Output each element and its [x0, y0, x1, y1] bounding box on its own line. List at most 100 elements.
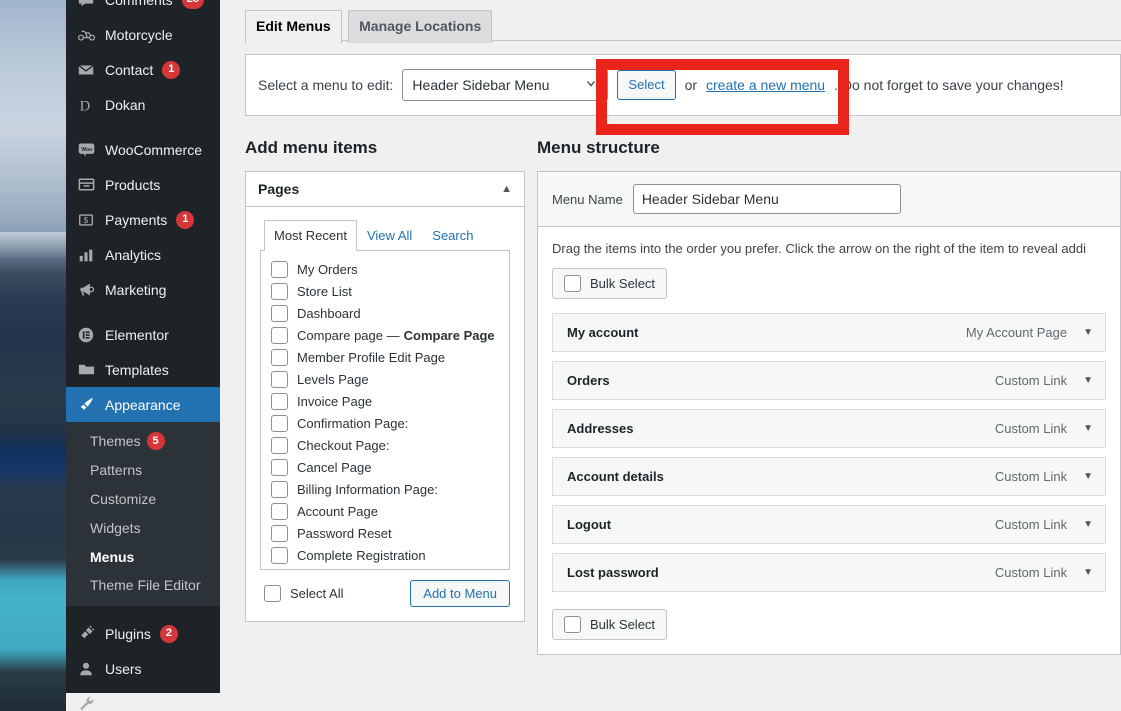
bulk-select-top-button[interactable]: Bulk Select: [552, 268, 668, 299]
page-label: Compare page —: [297, 328, 400, 343]
pages-list-panel[interactable]: My Orders Store List Dashboard Compare page…: [260, 249, 510, 570]
sidebar-subitem-customize[interactable]: Customize: [66, 485, 220, 514]
menu-item-type: Custom Link: [994, 517, 1068, 532]
page-checkbox[interactable]: [271, 459, 288, 476]
menu-item-row[interactable]: Lost password Custom Link ▼: [552, 553, 1106, 592]
sidebar-item-users[interactable]: Users: [66, 651, 220, 686]
page-checkbox[interactable]: [271, 525, 288, 542]
sidebar-item-dokan[interactable]: D Dokan: [66, 87, 220, 122]
sidebar-item-analytics[interactable]: Analytics: [66, 237, 220, 272]
chevron-down-icon[interactable]: ▼: [1083, 327, 1093, 338]
menu-item-meta: Custom Link ▼: [995, 469, 1093, 484]
admin-sidebar-menu[interactable]: Comments28MotorcycleContact1DDokan WooWoo…: [66, 0, 220, 711]
sidebar-item-motorcycle[interactable]: Motorcycle: [66, 17, 220, 52]
select-all-control[interactable]: Select All: [264, 584, 343, 602]
sidebar-item-products[interactable]: Products: [66, 167, 220, 202]
page-checkbox[interactable]: [271, 261, 288, 278]
page-label: Account Page: [297, 504, 378, 519]
sidebar-item-label: Tools: [105, 695, 138, 711]
page-checkbox-item[interactable]: Checkout Page:: [271, 435, 499, 457]
page-checkbox-item[interactable]: Compare page — Compare Page: [271, 325, 499, 347]
page-checkbox[interactable]: [271, 283, 288, 300]
page-checkbox-item[interactable]: Password Reset: [271, 523, 499, 545]
page-checkbox[interactable]: [271, 547, 288, 564]
add-to-menu-button[interactable]: Add to Menu: [410, 579, 510, 607]
menu-edit-panel: Menu Name Drag the items into the order …: [537, 171, 1121, 655]
select-button[interactable]: Select: [617, 70, 676, 100]
pages-tab-most-recent[interactable]: Most Recent: [264, 220, 357, 251]
page-label: Cancel Page: [297, 460, 372, 475]
menu-items-list[interactable]: My account My Account Page ▼ Orders Custom L…: [538, 299, 1120, 592]
sidebar-subitem-menus[interactable]: Menus: [66, 543, 220, 572]
menu-select-dropdown[interactable]: Header Sidebar Menu: [402, 69, 609, 101]
sidebar-item-elementor[interactable]: Elementor: [66, 317, 220, 352]
envelope-icon: [76, 60, 96, 80]
sidebar-item-contact[interactable]: Contact 1: [66, 52, 220, 87]
bulk-select-top-checkbox[interactable]: [564, 275, 581, 292]
tab-manage-locations[interactable]: Manage Locations: [348, 10, 493, 43]
page-checkbox-item[interactable]: Dashboard: [271, 303, 499, 325]
sidebar-item-woocommerce[interactable]: Woo WooCommerce: [66, 132, 220, 167]
page-checkbox[interactable]: [271, 393, 288, 410]
page-checkbox[interactable]: [271, 481, 288, 498]
sidebar-subitem-patterns[interactable]: Patterns: [66, 456, 220, 485]
menu-item-title: Account details: [567, 469, 664, 484]
sidebar-item-comments[interactable]: Comments 28: [66, 0, 220, 17]
select-all-checkbox[interactable]: [264, 584, 281, 602]
pages-postbox-header[interactable]: Pages ▲: [246, 172, 524, 207]
wordpress-admin-window: Comments28MotorcycleContact1DDokan WooWoo…: [66, 0, 1121, 711]
chevron-down-icon[interactable]: ▼: [1083, 567, 1093, 578]
page-checkbox-item[interactable]: Billing Information Page:: [271, 479, 499, 501]
sidebar-item-plugins[interactable]: Plugins 2: [66, 616, 220, 651]
page-checkbox[interactable]: [271, 371, 288, 388]
page-checkbox[interactable]: [271, 349, 288, 366]
tab-edit-menus[interactable]: Edit Menus: [245, 10, 342, 44]
sidebar-item-appearance[interactable]: Appearance: [66, 387, 220, 422]
sidebar-item-label: Elementor: [105, 326, 169, 343]
page-checkbox[interactable]: [271, 327, 288, 344]
admin-content-body: Edit Menus Manage Locations Select a men…: [220, 0, 1121, 711]
sidebar-subitem-widgets[interactable]: Widgets: [66, 514, 220, 543]
menu-name-label: Menu Name: [552, 191, 623, 207]
sidebar-subitem-themes[interactable]: Themes 5: [66, 427, 220, 456]
page-checkbox-item[interactable]: My Orders: [271, 259, 499, 281]
sidebar-item-marketing[interactable]: Marketing: [66, 272, 220, 307]
elementor-icon: [76, 325, 96, 345]
page-checkbox[interactable]: [271, 305, 288, 322]
menu-item-row[interactable]: Logout Custom Link ▼: [552, 505, 1106, 544]
page-checkbox-item[interactable]: Store List: [271, 281, 499, 303]
chevron-up-icon[interactable]: ▲: [501, 183, 512, 195]
page-checkbox-item[interactable]: Invoice Page: [271, 391, 499, 413]
page-checkbox-item[interactable]: Levels Page: [271, 369, 499, 391]
page-checkbox-item[interactable]: Member Profile Edit Page: [271, 347, 499, 369]
menu-item-row[interactable]: Addresses Custom Link ▼: [552, 409, 1106, 448]
page-checkbox-item[interactable]: Confirmation Page:: [271, 413, 499, 435]
sidebar-subitem-theme-file-editor[interactable]: Theme File Editor: [66, 571, 220, 600]
sidebar-item-tools[interactable]: Tools: [66, 686, 220, 711]
bulk-select-bottom-checkbox[interactable]: [564, 616, 581, 633]
pages-tab-search[interactable]: Search: [422, 220, 483, 251]
page-checkbox-item[interactable]: Account Page: [271, 501, 499, 523]
page-checkbox[interactable]: [271, 415, 288, 432]
menu-name-input[interactable]: [632, 184, 901, 214]
page-label: Dashboard: [297, 306, 361, 321]
pages-category-tabs: Most Recent View All Search: [260, 220, 510, 251]
bulk-select-bottom-button[interactable]: Bulk Select: [552, 609, 668, 640]
menu-item-title: My account: [567, 325, 639, 340]
chevron-down-icon[interactable]: ▼: [1083, 423, 1093, 434]
create-new-menu-link[interactable]: create a new menu: [706, 77, 825, 93]
page-checkbox-item[interactable]: Complete Registration: [271, 545, 499, 567]
menu-select-bar: Select a menu to edit: Header Sidebar Me…: [245, 54, 1121, 116]
pages-tab-view-all[interactable]: View All: [357, 220, 422, 251]
chevron-down-icon[interactable]: ▼: [1083, 375, 1093, 386]
menu-item-row[interactable]: Orders Custom Link ▼: [552, 361, 1106, 400]
chevron-down-icon[interactable]: ▼: [1083, 471, 1093, 482]
chevron-down-icon[interactable]: ▼: [1083, 519, 1093, 530]
menu-item-row[interactable]: My account My Account Page ▼: [552, 313, 1106, 352]
page-checkbox[interactable]: [271, 503, 288, 520]
page-checkbox-item[interactable]: Cancel Page: [271, 457, 499, 479]
sidebar-item-templates[interactable]: Templates: [66, 352, 220, 387]
page-checkbox[interactable]: [271, 437, 288, 454]
menu-item-row[interactable]: Account details Custom Link ▼: [552, 457, 1106, 496]
sidebar-item-payments[interactable]: $ Payments 1: [66, 202, 220, 237]
